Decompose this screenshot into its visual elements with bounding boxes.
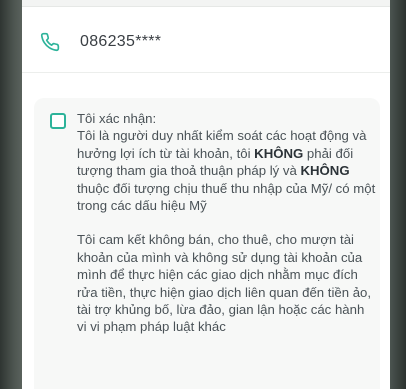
top-edge [22, 0, 390, 7]
phone-row: 086235**** [40, 30, 161, 54]
phone-number: 086235**** [80, 33, 162, 50]
emphasis-khong-2: KHÔNG [300, 163, 350, 179]
confirmation-checkbox[interactable] [50, 113, 66, 129]
app-screen: 086235**** Tôi xác nhận: Tôi là người du… [22, 0, 390, 389]
device-frame-left [0, 0, 22, 389]
divider [22, 72, 390, 73]
confirmation-paragraph-2: Tôi cam kết không bán, cho thuê, cho mượ… [77, 232, 372, 335]
emphasis-khong-1: KHÔNG [254, 145, 304, 161]
confirmation-text: Tôi xác nhận: Tôi là người duy nhất kiểm… [77, 110, 377, 336]
confirmation-card: Tôi xác nhận: Tôi là người duy nhất kiểm… [34, 98, 380, 389]
confirmation-paragraph-1: Tôi là người duy nhất kiểm soát các hoạt… [77, 128, 376, 214]
device-frame-right [390, 0, 406, 389]
confirmation-heading: Tôi xác nhận: [77, 111, 157, 126]
phone-icon [40, 32, 60, 52]
